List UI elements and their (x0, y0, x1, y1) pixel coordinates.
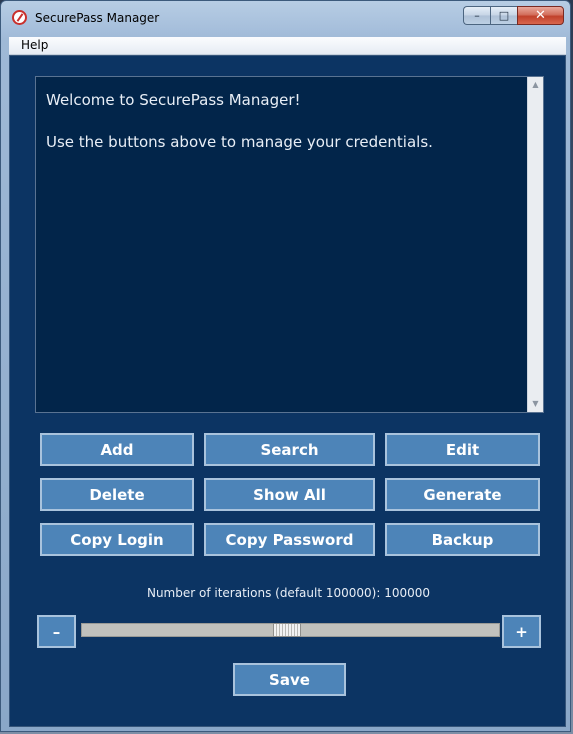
securepass-logo-icon (12, 10, 27, 25)
add-button[interactable]: Add (40, 433, 194, 466)
edit-button[interactable]: Edit (385, 433, 540, 466)
scroll-down-arrow-icon[interactable]: ▼ (528, 396, 543, 412)
scroll-up-arrow-icon[interactable]: ▲ (528, 77, 543, 93)
delete-button[interactable]: Delete (40, 478, 194, 511)
app-window: SecurePass Manager – □ ✕ Help Welcome to… (0, 0, 571, 732)
menu-bar: Help (9, 37, 566, 55)
increment-iterations-button[interactable]: + (502, 615, 541, 648)
slider-thumb[interactable] (273, 623, 301, 637)
copy-login-button[interactable]: Copy Login (40, 523, 194, 556)
search-button[interactable]: Search (204, 433, 375, 466)
iterations-slider[interactable] (81, 623, 500, 637)
maximize-button[interactable]: □ (490, 6, 517, 25)
output-line-welcome: Welcome to SecurePass Manager! (46, 91, 301, 109)
show-all-button[interactable]: Show All (204, 478, 375, 511)
window-controls: – □ ✕ (463, 6, 564, 26)
output-line-instructions: Use the buttons above to manage your cre… (46, 133, 433, 151)
close-button[interactable]: ✕ (517, 6, 564, 25)
window-title: SecurePass Manager (35, 11, 160, 25)
output-text: Welcome to SecurePass Manager! Use the b… (46, 90, 519, 152)
vertical-scrollbar[interactable]: ▲ ▼ (527, 77, 543, 412)
save-button[interactable]: Save (233, 663, 346, 696)
decrement-iterations-button[interactable]: – (37, 615, 76, 648)
main-panel: Welcome to SecurePass Manager! Use the b… (9, 55, 566, 727)
copy-password-button[interactable]: Copy Password (204, 523, 375, 556)
minimize-button[interactable]: – (463, 6, 490, 25)
title-bar[interactable]: SecurePass Manager – □ ✕ (1, 1, 572, 37)
iterations-label: Number of iterations (default 100000): 1… (146, 586, 431, 600)
generate-button[interactable]: Generate (385, 478, 540, 511)
backup-button[interactable]: Backup (385, 523, 540, 556)
menu-item-help[interactable]: Help (21, 38, 48, 52)
output-text-area[interactable]: Welcome to SecurePass Manager! Use the b… (35, 76, 544, 413)
